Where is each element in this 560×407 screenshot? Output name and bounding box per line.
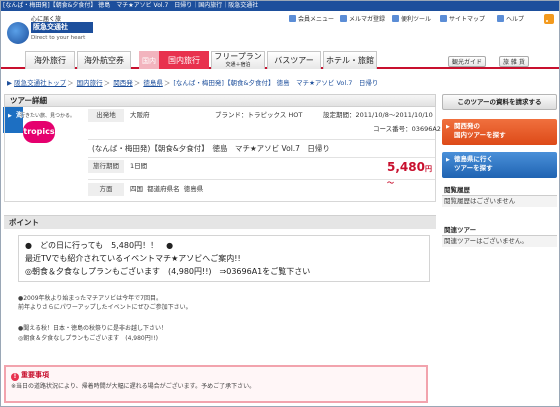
mailmag-link[interactable]: メルマガ登録: [340, 15, 385, 25]
related-section: 関連ツアー 関連ツアーはございません。: [442, 225, 557, 247]
notice-title: ! 重要事項: [11, 370, 49, 381]
course-number: コース番号：03696A2: [373, 125, 441, 133]
point-note-3: ●聞える秋！日本・徳島の秋祭りに是非お越し下さい！: [18, 325, 168, 332]
departure-label: 出発地: [88, 109, 124, 122]
tool-icon: [392, 15, 399, 22]
logo-name: 阪急交通社: [31, 22, 93, 33]
alert-icon: !: [11, 373, 19, 381]
area-pref: 徳島県: [183, 185, 204, 193]
tour-title: (なんば・梅田発)【朝食&夕食付】 徳島 マチ★アソビ Vol.7 日帰り: [92, 144, 330, 153]
duration-row: 旅行期間 1日間: [88, 160, 147, 173]
mail-icon: [340, 15, 347, 22]
breadcrumb-kokunai[interactable]: 国内旅行: [77, 79, 103, 87]
history-section: 閲覧履歴 閲覧履歴はございません: [442, 185, 557, 207]
nav-kaigai-ryoko[interactable]: 海外旅行: [25, 51, 75, 69]
help-link[interactable]: ヘルプ: [497, 15, 524, 25]
related-empty: 関連ツアーはございません。: [442, 236, 557, 247]
sitemap-icon: [440, 15, 447, 22]
related-title: 関連ツアー: [442, 225, 557, 236]
tokushima-tours-button[interactable]: 徳島県に行く ツアーを探す: [442, 152, 557, 178]
breadcrumb-top[interactable]: 阪急交通社トップ: [14, 79, 66, 87]
area-region: 四国: [130, 185, 143, 193]
duration-value: 1日間: [130, 162, 148, 170]
departure-row: 出発地 大阪府: [88, 109, 150, 122]
point-note-4: ◎朝食＆夕食なしプランもございます (4,980円!!): [18, 335, 158, 342]
request-brochure-button[interactable]: このツアーの資料を請求する: [442, 94, 557, 110]
area-pref-label: 都道府県名: [147, 185, 180, 193]
breadcrumb-arrow-icon: ▶: [7, 79, 12, 87]
member-icon: [289, 15, 296, 22]
point-heading: ポイント: [4, 215, 436, 229]
point-line-2: 最近TVでも紹介されているイベントマチ★アソビへご案内!!: [25, 254, 241, 263]
area-label: 方面: [88, 183, 124, 196]
breadcrumb-tokushima[interactable]: 徳島県: [143, 79, 163, 87]
logo-english: Direct to your heart: [31, 35, 86, 41]
departure-value: 大阪府: [130, 111, 150, 119]
point-line-1: ● どの日に行っても 5,480円！！ ●: [25, 241, 174, 250]
point-line-3: ◎朝食＆夕食なしプランもございます (4,980円!!) ⇒03696A1をご覧…: [25, 267, 311, 276]
nav-kokunai-ryoko[interactable]: 国内旅行: [159, 51, 209, 69]
divider: [88, 139, 435, 140]
sitemap-link[interactable]: サイトマップ: [440, 15, 485, 25]
history-title: 閲覧履歴: [442, 185, 557, 196]
notice-body: ※当日の道路状況により、帰着時間が大幅に遅れる場合がございます。予めご了承下さい…: [11, 383, 256, 390]
page-frame: [なんば・梅田発]【朝食&夕食付】 徳島 マチ★アソビ Vol.7 日帰り｜国内…: [0, 0, 560, 407]
divider: [88, 157, 435, 158]
tabi-zakka-button[interactable]: 旅 雑 貨: [499, 56, 529, 67]
kansai-tours-button[interactable]: 関西発の 国内ツアーを探す: [442, 119, 557, 145]
price: 5,480円～: [387, 160, 432, 187]
nav-bustour[interactable]: バスツアー: [267, 51, 321, 69]
tour-detail-box: 行きたい旅、見つかる。 tropics 出発地 大阪府 ブランド：トラピックス H…: [4, 107, 441, 202]
brand-text: ブランド：トラピックス HOT: [215, 111, 303, 119]
page-title-bar: [なんば・梅田発]【朝食&夕食付】 徳島 マチ★アソビ Vol.7 日帰り｜国内…: [1, 1, 559, 11]
area-row: 方面 四国 都道府県名 徳島県: [88, 183, 203, 196]
nav-freeplan[interactable]: フリープラン 交通＋宿泊: [211, 51, 265, 69]
kanko-guide-button[interactable]: 観光ガイド: [448, 56, 487, 67]
point-box: ● どの日に行っても 5,480円！！ ● 最近TVでも紹介されているイベントマ…: [18, 235, 430, 282]
member-menu-link[interactable]: 会員メニュー: [289, 15, 334, 25]
nav-kokunai-label: 国内: [139, 51, 159, 69]
logo-mark-icon: [7, 22, 29, 44]
breadcrumb-current: [なんば・梅田発]【朝食&夕食付】 徳島 マチ★アソビ Vol.7 日帰り: [173, 79, 379, 87]
important-notice: ! 重要事項 ※当日の道路状況により、帰着時間が大幅に遅れる場合がございます。予め…: [4, 365, 428, 403]
point-note-2: 前年よりさらにパワーアップしたイベントにぜひご参加下さい。: [18, 304, 192, 311]
tropics-logo: 行きたい旅、見つかる。 tropics: [19, 112, 75, 146]
tools-link[interactable]: 便利ツール: [392, 15, 431, 25]
tour-detail-heading: ツアー詳細: [4, 94, 436, 107]
history-empty: 閲覧履歴はございません: [442, 196, 557, 207]
breadcrumb: ▶ 阪急交通社トップ＞ 国内旅行＞ 関西発＞ 徳島県＞ [なんば・梅田発]【朝食…: [7, 79, 379, 87]
nav-kaigai-kuko[interactable]: 海外航空券: [77, 51, 131, 69]
rss-icon[interactable]: [544, 14, 554, 24]
help-icon: [497, 15, 504, 22]
site-logo[interactable]: 心に届く旅 阪急交通社 Direct to your heart: [7, 13, 107, 47]
point-note-1: ●2009年秋より始まったマチアソビは今年で7回目。: [18, 295, 162, 302]
period-text: 設定期間：2011/10/8～2011/10/10: [323, 111, 433, 119]
duration-label: 旅行期間: [88, 160, 124, 173]
nav-hotel[interactable]: ホテル・旅館: [323, 51, 377, 69]
breadcrumb-kansai[interactable]: 関西発: [113, 79, 133, 87]
divider: [88, 179, 435, 180]
